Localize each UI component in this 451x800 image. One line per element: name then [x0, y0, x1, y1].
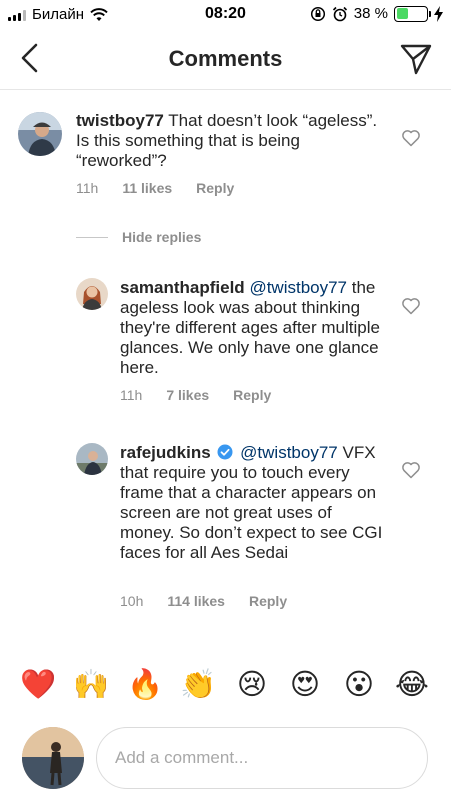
verified-badge-icon: [217, 444, 233, 460]
heart-eyes-emoji[interactable]: 😍: [287, 666, 323, 702]
page-title: Comments: [168, 46, 283, 71]
raising-hands-emoji[interactable]: 🙌: [73, 666, 109, 702]
comment-time: 10h: [120, 593, 144, 609]
divider: [76, 236, 108, 238]
comment-meta: 11h 7 likes Reply: [120, 387, 271, 403]
orientation-lock-icon: [310, 6, 325, 21]
reply-button[interactable]: Reply: [249, 593, 287, 609]
heart-icon[interactable]: [401, 128, 421, 148]
status-bar: Билайн 08:20 38 %: [0, 0, 451, 30]
surprised-face-emoji[interactable]: 😮: [341, 666, 377, 702]
alarm-icon: [332, 6, 347, 21]
reply-button[interactable]: Reply: [233, 387, 271, 403]
mention-link[interactable]: @twistboy77: [249, 278, 347, 297]
hide-replies-label: Hide replies: [122, 229, 202, 245]
hide-replies-button[interactable]: Hide replies: [76, 229, 201, 245]
comment-likes[interactable]: 11 likes: [122, 180, 172, 196]
comment-meta: 11h 11 likes Reply: [76, 180, 234, 196]
avatar[interactable]: [18, 112, 62, 156]
heart-icon[interactable]: [401, 296, 421, 316]
comment-text: rafejudkins @twistboy77 VFX that require…: [120, 443, 390, 563]
comment-time: 11h: [120, 387, 143, 403]
red-heart-emoji[interactable]: ❤️: [20, 666, 56, 702]
fire-emoji[interactable]: 🔥: [127, 666, 163, 702]
crying-face-emoji[interactable]: 😢: [234, 666, 270, 702]
comment-text: samanthapfield @twistboy77 the ageless l…: [120, 278, 382, 378]
battery-icon: [394, 5, 431, 22]
comment-text: twistboy77 That doesn’t look “ageless”. …: [76, 111, 391, 171]
comment-likes[interactable]: 7 likes: [166, 387, 209, 403]
comment-composer: [0, 720, 451, 800]
battery-level-fill: [396, 8, 408, 19]
clapping-hands-emoji[interactable]: 👏: [180, 666, 216, 702]
battery-percent-label: 38 %: [353, 5, 388, 22]
avatar[interactable]: [76, 278, 108, 310]
reply-button[interactable]: Reply: [196, 180, 234, 196]
charging-bolt-icon: [434, 5, 443, 22]
emoji-reaction-bar: ❤️ 🙌 🔥 👏 😢 😍 😮 😂: [0, 660, 451, 710]
comment-input[interactable]: [96, 727, 428, 789]
paper-plane-icon[interactable]: [399, 42, 433, 76]
tears-of-joy-emoji[interactable]: 😂: [394, 666, 430, 702]
comment-username[interactable]: twistboy77: [76, 111, 164, 130]
comment-likes[interactable]: 114 likes: [167, 593, 225, 609]
comment-time: 11h: [76, 180, 99, 196]
comment-username[interactable]: rafejudkins: [120, 443, 211, 462]
avatar[interactable]: [76, 443, 108, 475]
mention-link[interactable]: @twistboy77: [240, 443, 338, 462]
status-right: 38 %: [310, 5, 443, 22]
avatar: [22, 727, 84, 789]
heart-icon[interactable]: [401, 460, 421, 480]
header: Comments: [0, 30, 451, 90]
comment-meta: 10h 114 likes Reply: [120, 593, 287, 609]
comment-username[interactable]: samanthapfield: [120, 278, 245, 297]
